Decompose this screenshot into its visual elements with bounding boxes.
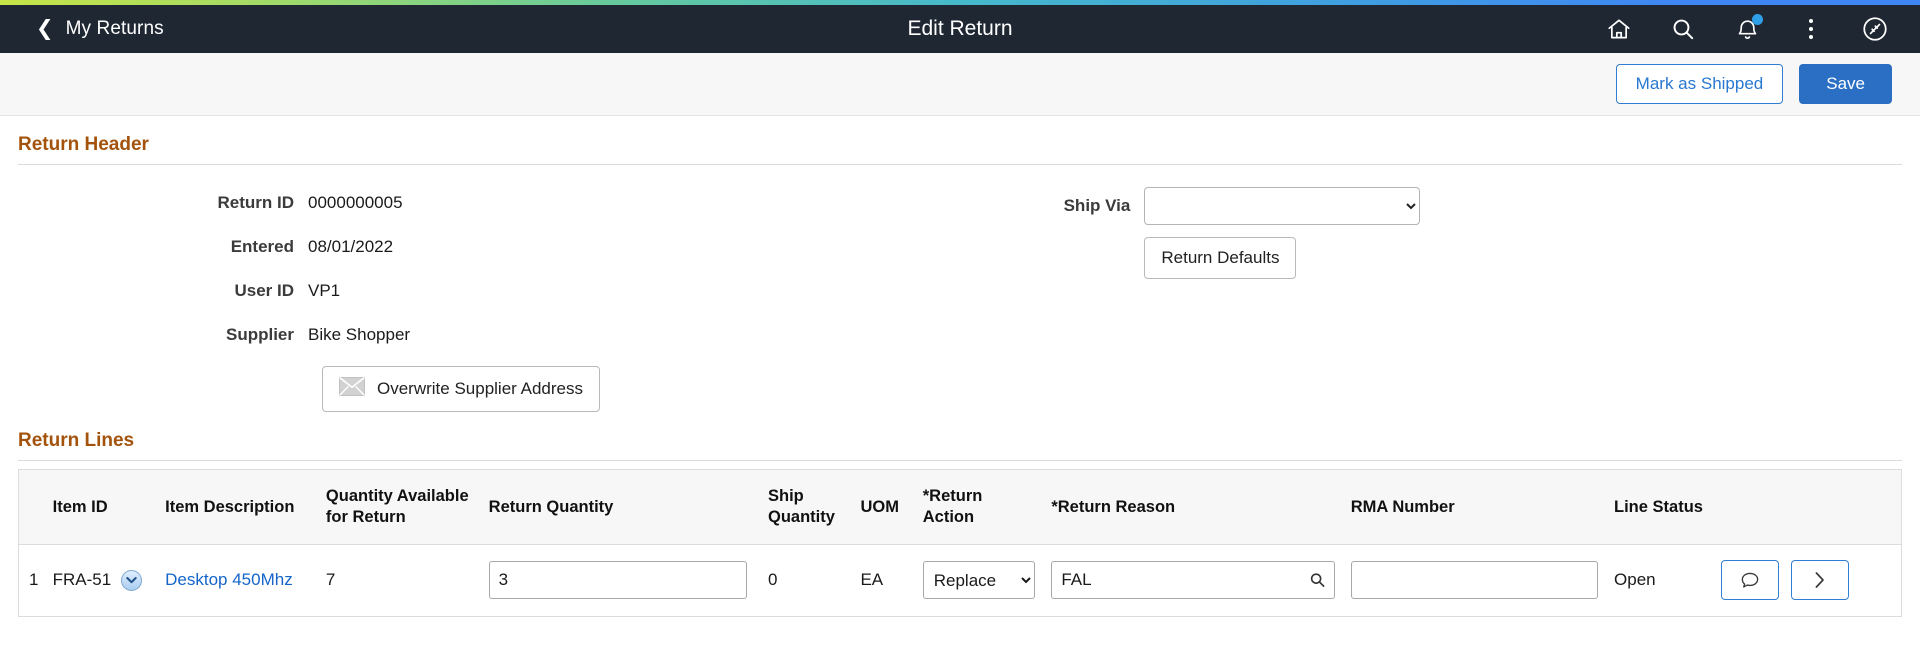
- chevron-left-icon: ❮: [36, 16, 54, 40]
- col-item-id: Item ID: [44, 469, 158, 545]
- return-reason-input[interactable]: [1051, 561, 1335, 600]
- nav-bar-compass-icon[interactable]: [1860, 14, 1890, 44]
- top-navigation-bar: ❮ My Returns Edit Return: [0, 5, 1920, 53]
- field-entered: Entered 08/01/2022: [18, 225, 1035, 269]
- entered-label: Entered: [230, 237, 294, 256]
- cell-row-actions: [1713, 544, 1902, 616]
- col-return-quantity: Return Quantity: [480, 469, 760, 545]
- col-return-reason: *Return Reason: [1043, 469, 1343, 545]
- entered-value: 08/01/2022: [308, 237, 394, 256]
- return-header-heading: Return Header: [18, 116, 1902, 165]
- return-lines-table-wrapper: Item ID Item Description Quantity Availa…: [0, 469, 1920, 617]
- action-toolbar: Mark as Shipped Save: [0, 53, 1920, 116]
- actions-kebab-icon[interactable]: [1796, 14, 1826, 44]
- overwrite-supplier-address-button[interactable]: Overwrite Supplier Address: [322, 366, 600, 413]
- return-header-form: Return ID 0000000005 Entered 08/01/2022 …: [18, 165, 1902, 413]
- return-header-right-column: Ship Via Return Defaults: [1035, 181, 1902, 412]
- ship-via-select[interactable]: [1144, 187, 1421, 225]
- back-to-my-returns-button[interactable]: ❮ My Returns: [36, 18, 164, 40]
- col-sequence: [18, 469, 45, 545]
- col-uom: UOM: [852, 469, 915, 545]
- overwrite-supplier-address-label: Overwrite Supplier Address: [377, 379, 583, 398]
- open-line-details-button[interactable]: [1790, 560, 1849, 601]
- table-header-row: Item ID Item Description Quantity Availa…: [18, 469, 1902, 545]
- field-return-id: Return ID 0000000005: [18, 181, 1035, 225]
- cell-sequence: 1: [29, 570, 39, 590]
- col-rma-number: RMA Number: [1342, 469, 1607, 545]
- cell-return-action: Replace: [915, 544, 1044, 616]
- col-return-action: *Return Action: [914, 469, 1044, 545]
- cell-ship-quantity: 0: [768, 570, 778, 590]
- mark-as-shipped-button[interactable]: Mark as Shipped: [1615, 63, 1784, 105]
- chevron-down-circle-icon[interactable]: [121, 569, 143, 591]
- notifications-bell-icon[interactable]: [1732, 14, 1763, 44]
- user-id-value: VP1: [308, 281, 341, 300]
- search-icon[interactable]: [1668, 14, 1698, 44]
- cell-item-id: FRA-51: [45, 544, 158, 616]
- table-row: 1 FRA-51 Desktop 450Mhz 7 3 0 EA Replace…: [19, 544, 1902, 616]
- envelope-icon: [339, 376, 365, 401]
- col-quantity-available: Quantity Available for Return: [317, 469, 481, 545]
- return-lines-table: Item ID Item Description Quantity Availa…: [18, 469, 1902, 617]
- save-button[interactable]: Save: [1799, 63, 1892, 105]
- cell-rma-number: [1343, 544, 1606, 616]
- comment-bubble-button[interactable]: [1720, 560, 1779, 601]
- cell-line-status: Open: [1614, 570, 1656, 590]
- supplier-value: Bike Shopper: [308, 325, 411, 344]
- item-id-value: FRA-51: [52, 570, 112, 590]
- col-ship-quantity: Ship Quantity: [760, 469, 853, 545]
- home-icon[interactable]: [1604, 14, 1634, 44]
- back-label: My Returns: [65, 18, 164, 39]
- field-ship-via: Ship Via: [1035, 187, 1902, 225]
- cell-item-description: Desktop 450Mhz: [157, 544, 318, 616]
- return-id-value: 0000000005: [308, 193, 403, 212]
- field-supplier: Supplier Bike Shopper: [18, 313, 1035, 357]
- ship-via-label: Ship Via: [1063, 196, 1131, 215]
- return-lines-table-head: Item ID Item Description Quantity Availa…: [18, 469, 1902, 545]
- return-lines-table-body: 1 FRA-51 Desktop 450Mhz 7 3 0 EA Replace…: [19, 544, 1902, 616]
- col-line-status: Line Status: [1606, 469, 1713, 545]
- return-id-label: Return ID: [217, 193, 295, 212]
- return-header-left-column: Return ID 0000000005 Entered 08/01/2022 …: [18, 181, 1035, 413]
- lookup-search-icon[interactable]: [1309, 572, 1326, 589]
- return-lines-heading: Return Lines: [18, 412, 1902, 462]
- nav-icon-group: [1604, 14, 1890, 44]
- field-user-id: User ID VP1: [18, 269, 1035, 313]
- item-description-link[interactable]: Desktop 450Mhz: [165, 570, 293, 589]
- return-defaults-button[interactable]: Return Defaults: [1144, 237, 1297, 280]
- cell-return-quantity: [481, 544, 760, 616]
- rma-number-input[interactable]: [1350, 561, 1599, 600]
- return-quantity-input[interactable]: [488, 561, 747, 600]
- cell-return-reason: [1043, 544, 1342, 616]
- user-id-label: User ID: [234, 281, 294, 300]
- overwrite-address-row: Overwrite Supplier Address: [18, 357, 1035, 413]
- return-header-section: Return Header Return ID 0000000005 Enter…: [0, 116, 1920, 413]
- return-lines-section: Return Lines: [0, 412, 1920, 462]
- return-defaults-row: Return Defaults: [1035, 225, 1902, 280]
- col-row-actions: [1712, 469, 1902, 545]
- cell-quantity-available: 7: [325, 570, 336, 590]
- return-action-select[interactable]: Replace: [922, 561, 1035, 600]
- cell-uom: EA: [860, 570, 884, 590]
- supplier-label: Supplier: [225, 325, 294, 344]
- notification-badge: [1752, 14, 1763, 25]
- col-item-description: Item Description: [157, 469, 318, 545]
